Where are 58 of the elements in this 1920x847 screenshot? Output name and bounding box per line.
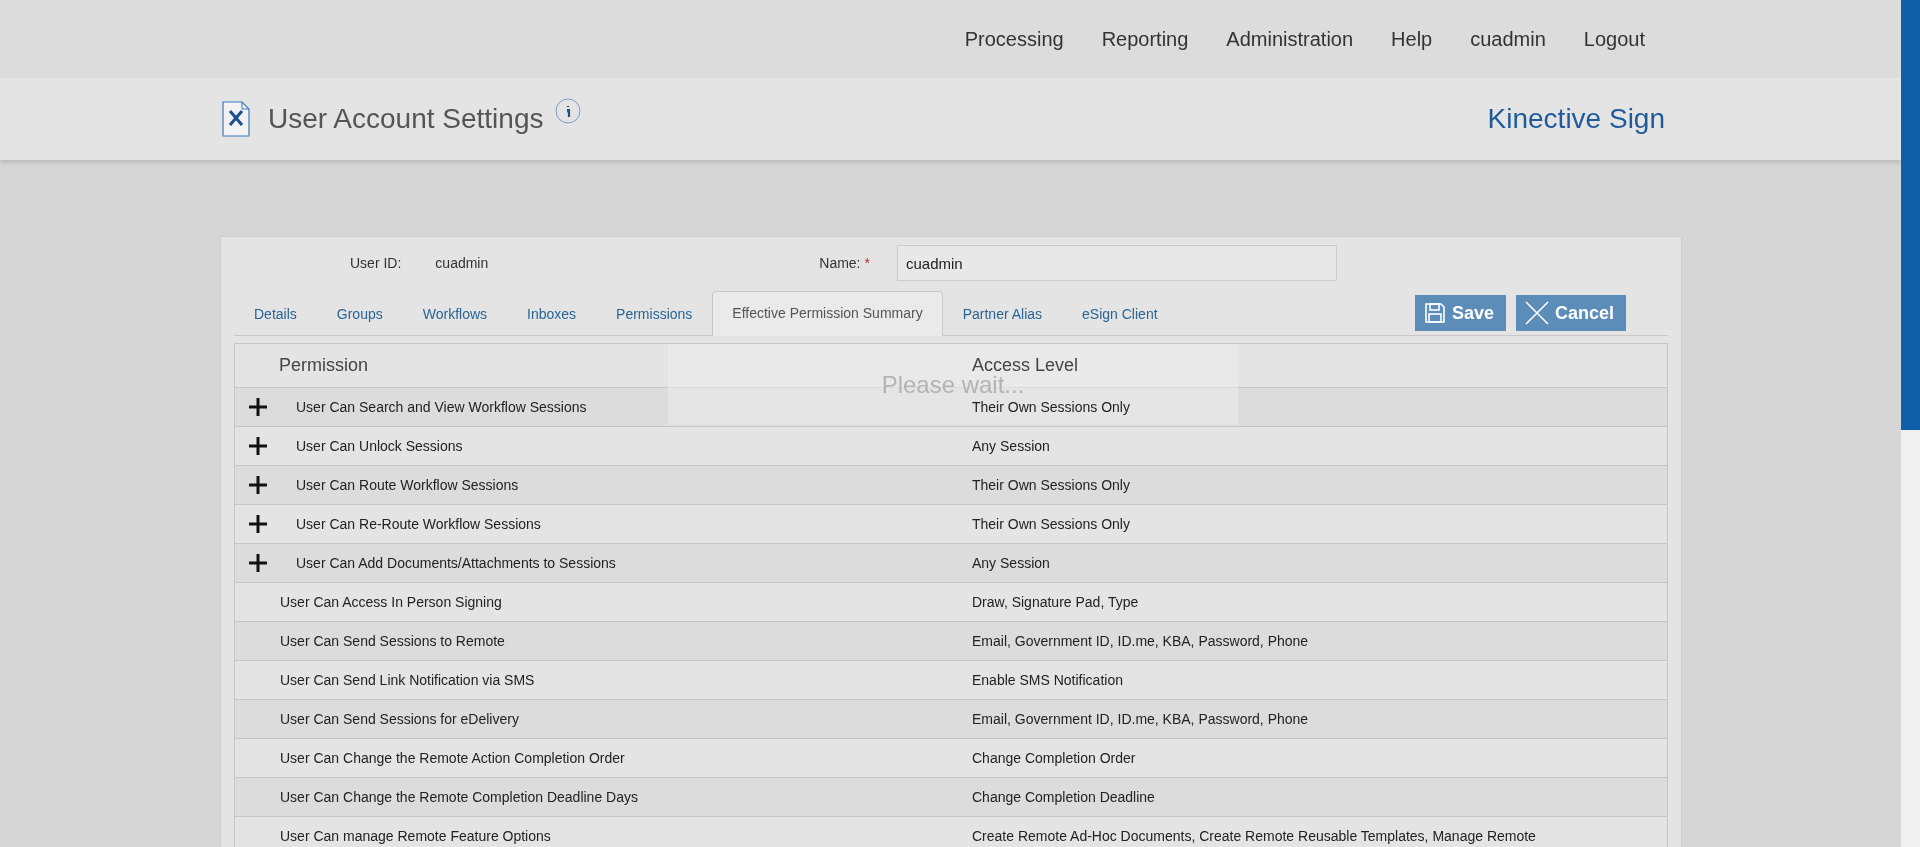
- access-level-cell-text: Enable SMS Notification: [972, 672, 1124, 688]
- tab[interactable]: Groups: [316, 292, 403, 336]
- column-header: Access Level: [972, 355, 1080, 376]
- save-button[interactable]: Save: [1414, 295, 1506, 331]
- permission-cell: User Can Re-Route Workflow Sessions: [296, 516, 541, 532]
- expand-button[interactable]: [247, 435, 269, 457]
- access-level-cell-text: Change Completion Deadline: [972, 789, 1156, 805]
- brand-name: Kinective Sign: [1487, 103, 1665, 135]
- tab[interactable]: Inboxes: [507, 292, 597, 336]
- nav-link[interactable]: Processing: [964, 27, 1064, 51]
- access-level-cell-text: Create Remote Ad-Hoc Documents, Create Remote Reusable Templates, Manage Remote: [972, 828, 1537, 844]
- permission-cell: User Can Send Sessions for eDelivery: [280, 711, 519, 727]
- nav-link[interactable]: Help: [1391, 27, 1433, 51]
- access-level-cell-text: Their Own Sessions Only: [972, 477, 1131, 493]
- access-level-cell-text: Any Session: [972, 555, 1051, 571]
- permission-cell: User Can Unlock Sessions: [296, 438, 463, 454]
- access-level-cell-text: Draw, Signature Pad, Type: [972, 594, 1140, 610]
- user-id-value: cuadmin: [435, 255, 489, 271]
- close-icon: [1523, 300, 1550, 326]
- access-level-cell-text: Email, Government ID, ID.me, KBA, Password, Phone: [972, 633, 1310, 649]
- expand-button[interactable]: [247, 552, 269, 574]
- access-level-cell-text: Change Completion Order: [972, 750, 1137, 766]
- permission-cell: User Can manage Remote Feature Options: [280, 828, 551, 844]
- permission-cell: User Can Send Link Notification via SMS: [280, 672, 535, 688]
- info-icon[interactable]: [555, 98, 582, 124]
- user-id-label: User ID:: [350, 255, 402, 271]
- tab[interactable]: Details: [234, 292, 317, 336]
- cancel-button[interactable]: Cancel: [1515, 295, 1626, 331]
- permission-cell: User Can Access In Person Signing: [280, 594, 502, 610]
- access-level-cell-text: Email, Government ID, ID.me, KBA, Password, Phone: [972, 711, 1310, 727]
- permission-cell: User Can Change the Remote Completion Deadline Days: [280, 789, 638, 805]
- tab[interactable]: Permissions: [596, 292, 713, 336]
- name-label: Name: *: [819, 255, 870, 271]
- tab[interactable]: eSign Client: [1062, 292, 1178, 336]
- name-field[interactable]: cuadmin: [896, 245, 1337, 281]
- tab[interactable]: Effective Permission Summary: [712, 291, 943, 336]
- nav-link[interactable]: cuadmin: [1470, 27, 1546, 51]
- scrollbar[interactable]: [1901, 0, 1920, 847]
- column-header: Permission: [278, 355, 370, 376]
- access-level-cell-text: Any Session: [972, 438, 1051, 454]
- permission-cell: User Can Change the Remote Action Completion Order: [280, 750, 625, 766]
- permission-cell: User Can Route Workflow Sessions: [296, 477, 519, 493]
- permission-cell: User Can Send Sessions to Remote: [280, 633, 505, 649]
- nav-link[interactable]: Administration: [1226, 27, 1354, 51]
- permission-cell: User Can Add Documents/Attachments to Sessions: [296, 555, 616, 571]
- access-level-cell-text: Their Own Sessions Only: [972, 399, 1131, 415]
- scrollbar-thumb[interactable]: [1901, 0, 1920, 430]
- page-title: User Account Settings: [268, 103, 544, 135]
- nav-link[interactable]: Logout: [1583, 27, 1645, 51]
- expand-button[interactable]: [247, 513, 269, 535]
- access-level-cell-text: Their Own Sessions Only: [972, 516, 1131, 532]
- tab[interactable]: Partner Alias: [942, 292, 1063, 336]
- expand-button[interactable]: [247, 396, 269, 418]
- expand-button[interactable]: [247, 474, 269, 496]
- settings-document-icon: [222, 101, 250, 137]
- nav-link[interactable]: Reporting: [1101, 27, 1189, 51]
- tab[interactable]: Workflows: [402, 292, 508, 336]
- permission-cell: User Can Search and View Workflow Sessions: [296, 399, 587, 415]
